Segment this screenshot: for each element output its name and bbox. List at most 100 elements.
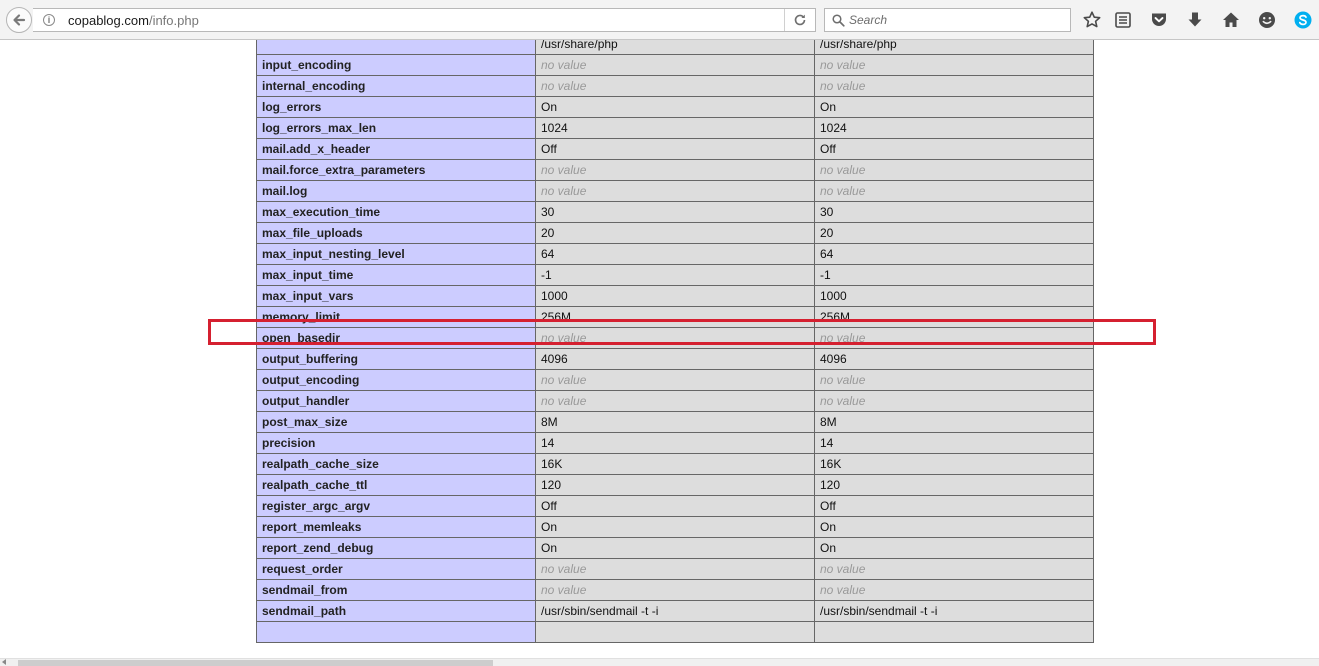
master-value: no value bbox=[814, 180, 1094, 202]
reload-button[interactable] bbox=[784, 9, 815, 31]
local-value: no value bbox=[535, 369, 815, 391]
skype-icon[interactable] bbox=[1293, 10, 1313, 30]
master-value: 30 bbox=[814, 201, 1094, 223]
master-value: On bbox=[814, 537, 1094, 559]
master-value bbox=[814, 621, 1094, 643]
directive-name: sendmail_from bbox=[256, 579, 536, 601]
local-value: no value bbox=[535, 180, 815, 202]
master-value: /usr/share/php bbox=[814, 40, 1094, 55]
local-value: 256M bbox=[535, 306, 815, 328]
local-value: no value bbox=[535, 327, 815, 349]
directive-name: max_execution_time bbox=[256, 201, 536, 223]
directive-name: open_basedir bbox=[256, 327, 536, 349]
table-row: internal_encoding no value no value bbox=[256, 75, 1094, 97]
table-row: sendmail_from no value no value bbox=[256, 579, 1094, 601]
directive-name: report_zend_debug bbox=[256, 537, 536, 559]
directive-name: register_argc_argv bbox=[256, 495, 536, 517]
local-value: no value bbox=[535, 390, 815, 412]
master-value: no value bbox=[814, 558, 1094, 580]
url-bar[interactable]: i copablog.com/info.php bbox=[33, 8, 816, 32]
directive-name: log_errors_max_len bbox=[256, 117, 536, 139]
table-row: mail.force_extra_parameters no value no va… bbox=[256, 159, 1094, 181]
horizontal-scrollbar[interactable] bbox=[0, 658, 1319, 666]
master-value: 4096 bbox=[814, 348, 1094, 370]
scroll-left-icon[interactable] bbox=[2, 659, 6, 665]
star-icon[interactable] bbox=[1082, 10, 1102, 30]
directive-name: max_input_nesting_level bbox=[256, 243, 536, 265]
table-row: /usr/share/php/usr/share/php bbox=[256, 40, 1094, 55]
local-value: -1 bbox=[535, 264, 815, 286]
search-input[interactable] bbox=[849, 12, 1059, 28]
table-row: realpath_cache_ttl 120 120 bbox=[256, 474, 1094, 496]
url-text[interactable]: copablog.com/info.php bbox=[68, 13, 199, 28]
pocket-icon[interactable] bbox=[1149, 10, 1169, 30]
smiley-icon[interactable] bbox=[1257, 10, 1277, 30]
back-arrow-icon bbox=[13, 14, 26, 26]
download-icon[interactable] bbox=[1185, 10, 1205, 30]
local-value: no value bbox=[535, 54, 815, 76]
master-value: 16K bbox=[814, 453, 1094, 475]
table-row: request_order no value no value bbox=[256, 558, 1094, 580]
master-value: no value bbox=[814, 579, 1094, 601]
table-row: open_basedir no value no value bbox=[256, 327, 1094, 349]
directive-name: max_input_time bbox=[256, 264, 536, 286]
directive-name: internal_encoding bbox=[256, 75, 536, 97]
local-value bbox=[535, 621, 815, 643]
local-value: /usr/share/php bbox=[535, 40, 815, 55]
table-row: post_max_size 8M 8M bbox=[256, 411, 1094, 433]
master-value: On bbox=[814, 516, 1094, 538]
table-row: sendmail_path/usr/sbin/sendmail -t -i/us… bbox=[256, 600, 1094, 622]
reload-icon bbox=[794, 14, 806, 26]
local-value: no value bbox=[535, 75, 815, 97]
table-row: input_encoding no value no value bbox=[256, 54, 1094, 76]
master-value: Off bbox=[814, 138, 1094, 160]
local-value: no value bbox=[535, 159, 815, 181]
home-icon[interactable] bbox=[1221, 10, 1241, 30]
page-content: /usr/share/php/usr/share/php input_encodi… bbox=[0, 40, 1319, 658]
local-value: 1024 bbox=[535, 117, 815, 139]
scrollbar-thumb[interactable] bbox=[18, 660, 493, 666]
directive-name: max_input_vars bbox=[256, 285, 536, 307]
directive-name: request_order bbox=[256, 558, 536, 580]
directive-name: mail.add_x_header bbox=[256, 138, 536, 160]
reading-list-icon[interactable] bbox=[1113, 10, 1133, 30]
table-row: precision 14 14 bbox=[256, 432, 1094, 454]
local-value: Off bbox=[535, 138, 815, 160]
master-value: no value bbox=[814, 390, 1094, 412]
search-bar[interactable] bbox=[824, 8, 1071, 32]
local-value: no value bbox=[535, 579, 815, 601]
table-row: report_zend_debug On On bbox=[256, 537, 1094, 559]
master-value: Off bbox=[814, 495, 1094, 517]
table-row: max_file_uploads 20 20 bbox=[256, 222, 1094, 244]
master-value: 120 bbox=[814, 474, 1094, 496]
table-row: max_input_nesting_level 64 64 bbox=[256, 243, 1094, 265]
directive-name bbox=[256, 621, 536, 643]
directive-name: max_file_uploads bbox=[256, 222, 536, 244]
directive-name: realpath_cache_size bbox=[256, 453, 536, 475]
local-value: 20 bbox=[535, 222, 815, 244]
table-row bbox=[256, 621, 1094, 643]
directive-name: memory_limit bbox=[256, 306, 536, 328]
directive-name: input_encoding bbox=[256, 54, 536, 76]
local-value: 16K bbox=[535, 453, 815, 475]
master-value: 20 bbox=[814, 222, 1094, 244]
table-row: output_encoding no value no value bbox=[256, 369, 1094, 391]
directive-name: realpath_cache_ttl bbox=[256, 474, 536, 496]
table-row: register_argc_argv Off Off bbox=[256, 495, 1094, 517]
local-value: On bbox=[535, 537, 815, 559]
master-value: no value bbox=[814, 327, 1094, 349]
directive-name: mail.log bbox=[256, 180, 536, 202]
master-value: 256M bbox=[814, 306, 1094, 328]
local-value: 30 bbox=[535, 201, 815, 223]
table-row: output_handler no value no value bbox=[256, 390, 1094, 412]
master-value: 1024 bbox=[814, 117, 1094, 139]
table-row: realpath_cache_size 16K 16K bbox=[256, 453, 1094, 475]
info-icon[interactable]: i bbox=[43, 14, 55, 26]
local-value: /usr/sbin/sendmail -t -i bbox=[535, 600, 815, 622]
search-icon bbox=[832, 14, 845, 27]
table-row: log_errors_max_len 1024 1024 bbox=[256, 117, 1094, 139]
master-value: no value bbox=[814, 75, 1094, 97]
local-value: no value bbox=[535, 558, 815, 580]
table-row: max_execution_time 30 30 bbox=[256, 201, 1094, 223]
back-button[interactable] bbox=[6, 7, 32, 33]
